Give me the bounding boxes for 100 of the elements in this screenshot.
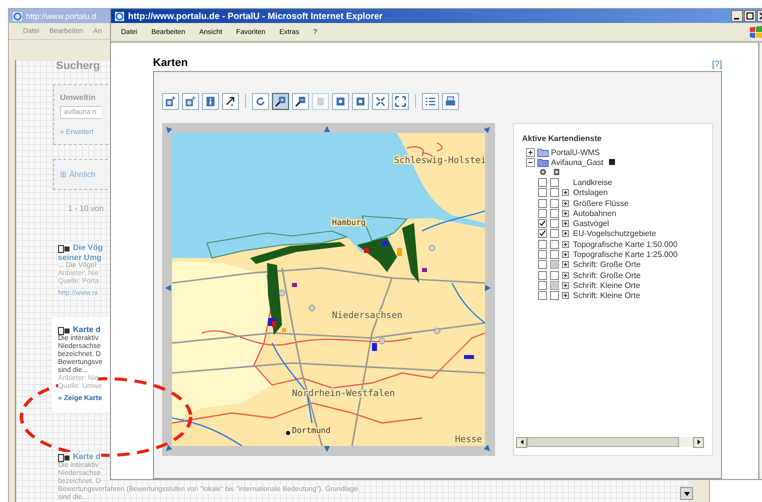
hand-icon: [315, 96, 326, 106]
panel-title: Aktive Kartendienste: [522, 134, 603, 143]
map-document-icon: [58, 245, 70, 253]
panel-title: Umweltin: [60, 93, 96, 102]
toolbar-button[interactable]: [272, 92, 289, 110]
checkbox[interactable]: [550, 178, 559, 187]
square-icon: [609, 159, 616, 165]
checkbox[interactable]: [550, 270, 559, 280]
checkbox[interactable]: [538, 250, 547, 260]
legend-toggle-icon[interactable]: [562, 282, 569, 289]
layer-name: Autobahnen: [573, 208, 616, 218]
checkbox[interactable]: [550, 219, 559, 228]
help-link[interactable]: [?]: [712, 59, 722, 69]
layer-name: Schrift: Kleine Orte: [573, 291, 640, 300]
service-name[interactable]: Avifauna_Gast: [551, 158, 604, 166]
page-heading: Karten: [153, 57, 188, 69]
layer-name: Topografische Karte 1:50.000: [573, 240, 678, 249]
checkbox[interactable]: [550, 198, 559, 208]
layer-name: EU-Vogelschutzgebiete: [573, 229, 656, 238]
horizontal-scrollbar[interactable]: [516, 437, 704, 447]
pan-arrow-icon[interactable]: [323, 445, 331, 453]
result-count: 1 - 10 von: [68, 204, 104, 213]
checkbox[interactable]: [538, 188, 547, 198]
layers-icon: [185, 96, 196, 106]
window-title: http://www.portalu.de - PortalU - Microsoft Internet Explorer: [128, 11, 384, 21]
page-heading: Sucherg: [56, 60, 100, 72]
toolbar-button[interactable]: [222, 92, 239, 110]
checkbox[interactable]: [538, 291, 547, 300]
layer-name: Schrift: Große Orte: [573, 260, 641, 270]
square-icon: [355, 96, 366, 106]
checkbox[interactable]: [550, 291, 559, 300]
zoom-out-icon: [295, 96, 306, 106]
layer-name: Schrift: Kleine Orte: [573, 280, 640, 290]
pan-arrow-icon[interactable]: [164, 284, 172, 292]
service-name[interactable]: PortalU-WMS: [551, 148, 600, 156]
browser-icon: [114, 10, 125, 22]
checkbox[interactable]: [538, 178, 547, 187]
expand-toggle[interactable]: [526, 158, 535, 166]
legend-toggle-icon[interactable]: [562, 200, 569, 207]
layer-name: Größere Flüsse: [573, 198, 629, 208]
checkbox[interactable]: [550, 188, 559, 198]
checkbox[interactable]: [538, 270, 547, 280]
document-icon: [553, 168, 561, 176]
legend-toggle-icon[interactable]: [562, 240, 569, 248]
pan-arrow-icon[interactable]: [323, 125, 331, 133]
legend-toggle-icon[interactable]: [562, 272, 569, 279]
list-icon: [425, 96, 436, 106]
legend-toggle-icon[interactable]: [562, 292, 569, 300]
legend-toggle-icon[interactable]: [562, 210, 569, 217]
layer-name: Topografische Karte 1:25.000: [573, 250, 678, 260]
map-label: Hamburg: [332, 218, 366, 227]
checkbox[interactable]: [550, 250, 559, 260]
map-document-icon: [58, 327, 70, 335]
down-arrow-icon: [682, 490, 690, 498]
expand-toggle[interactable]: [526, 148, 535, 156]
checkbox[interactable]: [550, 208, 559, 218]
legend-toggle-icon[interactable]: [562, 220, 569, 228]
layer-name: Schrift: Große Orte: [573, 270, 641, 280]
result-title-link[interactable]: seiner Umg: [58, 253, 102, 262]
checkbox[interactable]: [538, 280, 547, 290]
folder-icon: [537, 158, 549, 166]
checkbox[interactable]: [538, 219, 547, 228]
layer-name: Gastvögel: [573, 219, 610, 228]
browser-icon: [12, 10, 23, 22]
checkbox[interactable]: [538, 260, 547, 270]
printer-icon: [445, 96, 456, 106]
checkbox[interactable]: [550, 240, 559, 249]
right-arrow-icon: [696, 439, 702, 445]
zoom-in-icon: [275, 96, 286, 106]
checkbox[interactable]: [538, 208, 547, 218]
scroll-down-button[interactable]: [680, 487, 693, 500]
left-arrow-icon: [518, 439, 524, 445]
checkbox[interactable]: [538, 229, 547, 238]
result-title-link[interactable]: Die Vög: [73, 243, 103, 252]
checkbox[interactable]: [538, 240, 547, 249]
window-title: http://www.portalu.d: [26, 12, 96, 20]
shrink-icon: [375, 96, 386, 106]
map-label: Hesse: [455, 435, 482, 445]
legend-toggle-icon[interactable]: [562, 230, 569, 238]
map-document-icon: [58, 454, 70, 462]
toolbar-button[interactable]: [292, 92, 309, 110]
legend-toggle-icon[interactable]: [562, 189, 569, 196]
checkbox[interactable]: [538, 198, 547, 208]
expand-icon: [395, 96, 406, 106]
folder-icon: [537, 148, 549, 156]
layer-name: Ortslagen: [573, 188, 608, 198]
map-label: Dortmund: [292, 426, 331, 435]
minimize-button[interactable]: [731, 10, 743, 22]
layers-icon: [165, 96, 176, 106]
result-title-link[interactable]: Karte d: [73, 452, 101, 461]
legend-toggle-icon[interactable]: [562, 251, 569, 258]
windows-logo-icon: [749, 25, 762, 39]
pan-arrow-icon[interactable]: [484, 284, 492, 292]
legend-toggle-icon[interactable]: [562, 261, 569, 268]
pointer-icon: [225, 96, 236, 106]
maximize-button[interactable]: [744, 10, 756, 22]
maximize-icon: [746, 12, 754, 20]
checkbox[interactable]: [550, 229, 559, 238]
layer-name: Landkreise: [573, 178, 612, 187]
result-title-link[interactable]: Karte d: [73, 325, 101, 334]
